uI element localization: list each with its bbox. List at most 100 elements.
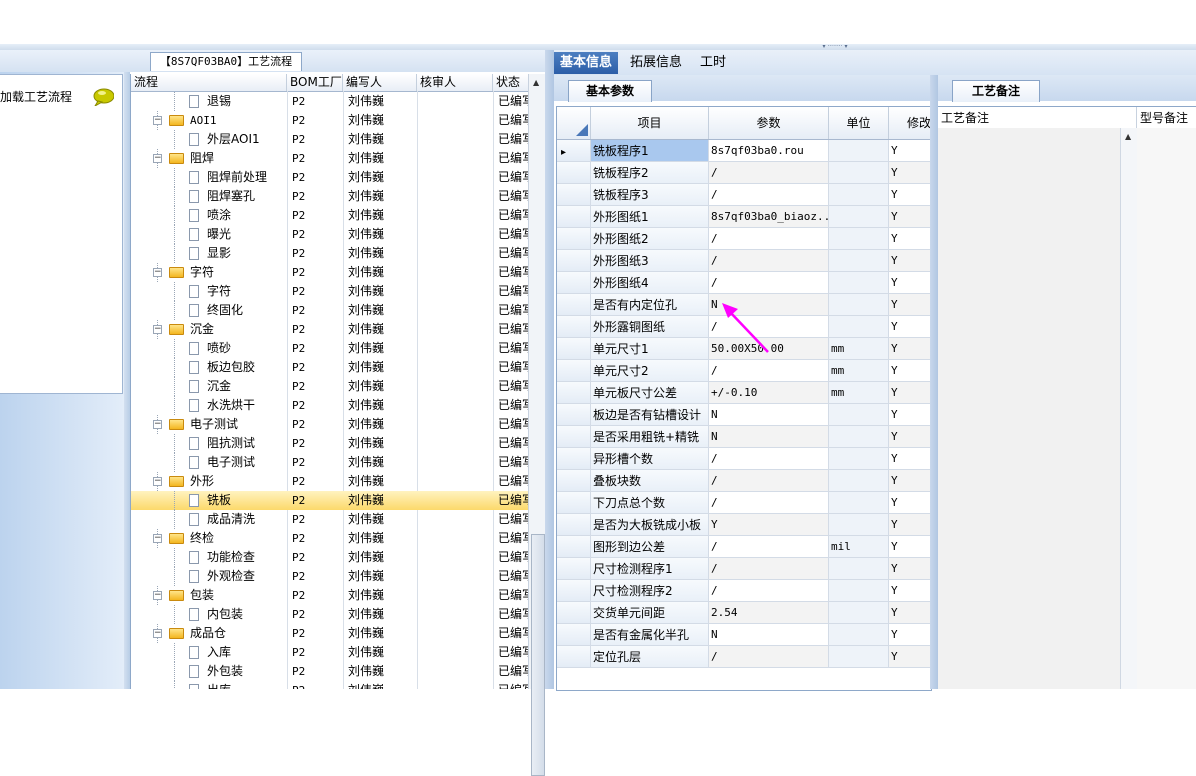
tree-row[interactable]: 阻抗测试 P2 刘伟巍 已编写 — [131, 434, 529, 453]
scroll-up-icon[interactable]: ▲ — [1125, 132, 1131, 141]
tree-row[interactable]: 喷涂 P2 刘伟巍 已编写 — [131, 206, 529, 225]
tree-row[interactable]: − 沉金 P2 刘伟巍 已编写 — [131, 320, 529, 339]
tree-row[interactable]: 外包装 P2 刘伟巍 已编写 — [131, 662, 529, 681]
tree-row[interactable]: 铣板 P2 刘伟巍 已编写 — [131, 491, 529, 510]
param-value-cell[interactable]: 8s7qf03ba0.rou — [709, 140, 829, 162]
param-row[interactable]: 外形图纸1 8s7qf03ba0_biaoz... Y — [557, 206, 931, 228]
tab-basic-info[interactable]: 基本信息 — [554, 52, 619, 74]
tree-row[interactable]: 外层AOI1 P2 刘伟巍 已编写 — [131, 130, 529, 149]
param-row[interactable]: 是否有金属化半孔 N Y — [557, 624, 931, 646]
tree-col-bom[interactable]: BOM工厂 — [287, 74, 343, 91]
param-row[interactable]: 铣板程序2/ Y — [557, 162, 931, 184]
param-row[interactable]: 定位孔层 / Y — [557, 646, 931, 668]
tree-row[interactable]: 电子测试 P2 刘伟巍 已编写 — [131, 453, 529, 472]
param-value-cell[interactable]: / — [709, 646, 829, 668]
param-row[interactable]: 铣板程序3/ Y — [557, 184, 931, 206]
tree-row[interactable]: − 终检 P2 刘伟巍 已编写 — [131, 529, 529, 548]
tree-col-status[interactable]: 状态 — [493, 74, 529, 91]
tree-row[interactable]: − 外形 P2 刘伟巍 已编写 — [131, 472, 529, 491]
collapse-toggle-icon[interactable]: − — [153, 629, 162, 638]
param-row[interactable]: 外形图纸3/ Y — [557, 250, 931, 272]
tree-row[interactable]: 退锡 P2 刘伟巍 已编写 — [131, 92, 529, 111]
middle-splitter[interactable] — [545, 50, 554, 689]
load-process-flow-item[interactable]: 加载工艺流程 — [0, 88, 72, 105]
param-value-cell[interactable]: / — [709, 228, 829, 250]
tree-row[interactable]: 沉金 P2 刘伟巍 已编写 — [131, 377, 529, 396]
param-row[interactable]: 外形图纸4/ Y — [557, 272, 931, 294]
tree-row[interactable]: − 包装 P2 刘伟巍 已编写 — [131, 586, 529, 605]
process-remarks-box[interactable] — [938, 128, 1121, 689]
tree-row[interactable]: − 成品仓 P2 刘伟巍 已编写 — [131, 624, 529, 643]
tab-work-hours[interactable]: 工时 — [694, 52, 732, 74]
corner-cell[interactable] — [557, 107, 591, 139]
param-row[interactable]: 外形图纸2/ Y — [557, 228, 931, 250]
param-value-cell[interactable]: / — [709, 536, 829, 558]
collapse-toggle-icon[interactable]: − — [153, 534, 162, 543]
tree-row[interactable]: 出库 P2 刘伟巍 已编写 — [131, 681, 529, 689]
param-value-cell[interactable]: 2.54 — [709, 602, 829, 624]
right-splitter[interactable] — [930, 75, 938, 689]
tree-row[interactable]: − AOI1 P2 刘伟巍 已编写 — [131, 111, 529, 130]
tree-row[interactable]: 内包装 P2 刘伟巍 已编写 — [131, 605, 529, 624]
param-value-cell[interactable]: / — [709, 360, 829, 382]
param-value-cell[interactable]: N — [709, 426, 829, 448]
param-row[interactable]: 图形到边公差 / mil Y — [557, 536, 931, 558]
tree-col-reviewer[interactable]: 核审人 — [417, 74, 493, 91]
tree-col-flow[interactable]: 流程 — [131, 74, 287, 91]
col-unit[interactable]: 单位 — [829, 107, 889, 139]
param-value-cell[interactable]: N — [709, 624, 829, 646]
param-value-cell[interactable]: / — [709, 448, 829, 470]
param-row[interactable]: 单元尺寸2/mm Y — [557, 360, 931, 382]
tree-row[interactable]: − 电子测试 P2 刘伟巍 已编写 — [131, 415, 529, 434]
param-row[interactable]: 是否为大板铣成小板 Y Y — [557, 514, 931, 536]
collapse-toggle-icon[interactable]: − — [153, 154, 162, 163]
tree-row[interactable]: 终固化 P2 刘伟巍 已编写 — [131, 301, 529, 320]
param-value-cell[interactable]: / — [709, 492, 829, 514]
collapse-toggle-icon[interactable]: − — [153, 591, 162, 600]
collapse-toggle-icon[interactable]: − — [153, 325, 162, 334]
param-value-cell[interactable]: / — [709, 580, 829, 602]
tree-row[interactable]: 喷砂 P2 刘伟巍 已编写 — [131, 339, 529, 358]
param-value-cell[interactable]: N — [709, 404, 829, 426]
col-modify[interactable]: 修改 — [889, 107, 931, 139]
tree-row[interactable]: 板边包胶 P2 刘伟巍 已编写 — [131, 358, 529, 377]
param-row[interactable]: 板边是否有钻槽设计 N Y — [557, 404, 931, 426]
tree-vertical-scrollbar[interactable]: ▲ — [528, 74, 546, 776]
tree-row[interactable]: − 阻焊 P2 刘伟巍 已编写 — [131, 149, 529, 168]
param-value-cell[interactable]: Y — [709, 514, 829, 536]
param-row[interactable]: 尺寸检测程序2/ Y — [557, 580, 931, 602]
process-flow-tab[interactable]: 【8S7QF03BA0】工艺流程 — [150, 52, 302, 71]
tree-col-writer[interactable]: 编写人 — [343, 74, 417, 91]
tree-row[interactable]: 阻焊前处理 P2 刘伟巍 已编写 — [131, 168, 529, 187]
remarks-scrollbar[interactable]: ▲ — [1120, 128, 1137, 689]
param-value-cell[interactable]: / — [709, 184, 829, 206]
collapse-toggle-icon[interactable]: − — [153, 268, 162, 277]
param-value-cell[interactable]: / — [709, 272, 829, 294]
speech-bubble-icon[interactable] — [92, 88, 114, 106]
param-row[interactable]: 下刀点总个数 / Y — [557, 492, 931, 514]
param-value-cell[interactable]: / — [709, 250, 829, 272]
tree-row[interactable]: 水洗烘干 P2 刘伟巍 已编写 — [131, 396, 529, 415]
tree-row[interactable]: 成品清洗 P2 刘伟巍 已编写 — [131, 510, 529, 529]
collapse-toggle-icon[interactable]: − — [153, 116, 162, 125]
param-row[interactable]: 单元板尺寸公差 +/-0.10 mm Y — [557, 382, 931, 404]
collapse-toggle-icon[interactable]: − — [153, 477, 162, 486]
param-row[interactable]: 是否采用粗铣+精铣 N Y — [557, 426, 931, 448]
tab-extended-info[interactable]: 拓展信息 — [624, 52, 688, 74]
tree-row[interactable]: − 字符 P2 刘伟巍 已编写 — [131, 263, 529, 282]
col-param[interactable]: 参数 — [709, 107, 829, 139]
tree-row[interactable]: 入库 P2 刘伟巍 已编写 — [131, 643, 529, 662]
model-remarks-box[interactable] — [1137, 128, 1196, 689]
tree-row[interactable]: 功能检查 P2 刘伟巍 已编写 — [131, 548, 529, 567]
param-value-cell[interactable]: / — [709, 558, 829, 580]
param-value-cell[interactable]: +/-0.10 — [709, 382, 829, 404]
tree-row[interactable]: 外观检查 P2 刘伟巍 已编写 — [131, 567, 529, 586]
tab-process-remarks[interactable]: 工艺备注 — [952, 80, 1040, 102]
col-item[interactable]: 项目 — [591, 107, 709, 139]
param-row[interactable]: 异形槽个数 / Y — [557, 448, 931, 470]
param-value-cell[interactable]: / — [709, 162, 829, 184]
tab-basic-params[interactable]: 基本参数 — [568, 80, 652, 102]
param-row[interactable]: 尺寸检测程序1/ Y — [557, 558, 931, 580]
param-row[interactable]: 交货单元间距 2.54 Y — [557, 602, 931, 624]
tree-row[interactable]: 曝光 P2 刘伟巍 已编写 — [131, 225, 529, 244]
